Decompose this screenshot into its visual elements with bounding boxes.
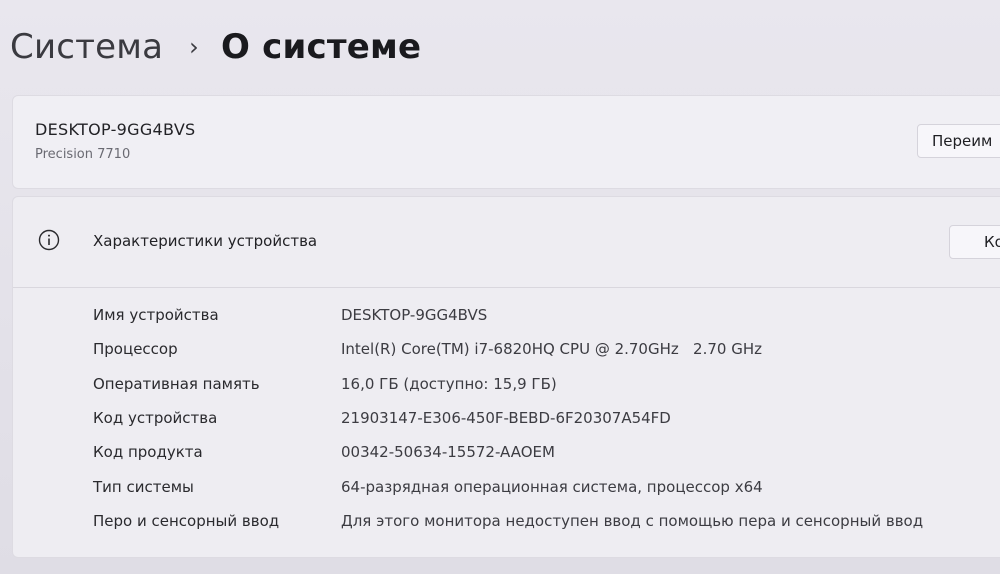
spec-value: 21903147-E306-450F-BEBD-6F20307A54FD xyxy=(341,409,671,428)
spec-label: Процессор xyxy=(93,340,178,359)
spec-label: Тип системы xyxy=(93,477,194,496)
spec-label: Имя устройства xyxy=(93,306,219,325)
page-title: О системе xyxy=(220,27,422,67)
spec-value: Для этого монитора недоступен ввод с пом… xyxy=(341,511,924,530)
spec-value: 16,0 ГБ (доступно: 15,9 ГБ) xyxy=(341,374,557,393)
device-specs-card: Характеристики устройства Ко Имя устройс… xyxy=(12,196,1000,558)
device-model: Precision 7710 xyxy=(35,147,131,162)
spec-label: Перо и сенсорный ввод xyxy=(93,511,280,530)
spec-row-device-id: Код устройства 21903147-E306-450F-BEBD-6… xyxy=(93,401,1000,435)
device-name-card: DESKTOP-9GG4BVS Precision 7710 Переим xyxy=(12,95,1000,189)
device-specs-header[interactable]: Характеристики устройства Ко xyxy=(13,197,1000,288)
chevron-right-icon: › xyxy=(189,33,199,61)
copy-button[interactable]: Ко xyxy=(949,225,1000,259)
spec-row-ram: Оперативная память 16,0 ГБ (доступно: 15… xyxy=(93,367,1000,401)
device-name: DESKTOP-9GG4BVS xyxy=(35,120,196,139)
spec-value: Intel(R) Core(TM) i7-6820HQ CPU @ 2.70GH… xyxy=(341,340,763,359)
breadcrumb-parent-system[interactable]: Система xyxy=(10,27,163,67)
breadcrumb: Система › О системе xyxy=(10,22,421,72)
spec-row-processor: Процессор Intel(R) Core(TM) i7-6820HQ CP… xyxy=(93,332,1000,366)
spec-row-pen-touch: Перо и сенсорный ввод Для этого монитора… xyxy=(93,504,1000,538)
rename-pc-button[interactable]: Переим xyxy=(917,124,1000,158)
spec-label: Код устройства xyxy=(93,409,218,428)
spec-value: 00342-50634-15572-AAOEM xyxy=(341,443,555,462)
device-specs-title: Характеристики устройства xyxy=(93,232,318,250)
spec-row-system-type: Тип системы 64-разрядная операционная си… xyxy=(93,469,1000,503)
spec-row-product-id: Код продукта 00342-50634-15572-AAOEM xyxy=(93,435,1000,469)
settings-page: Система › О системе DESKTOP-9GG4BVS Prec… xyxy=(0,0,1000,574)
spec-row-device-name: Имя устройства DESKTOP-9GG4BVS xyxy=(93,298,1000,332)
spec-table: Имя устройства DESKTOP-9GG4BVS Процессор… xyxy=(93,298,1000,538)
spec-label: Код продукта xyxy=(93,443,203,462)
spec-label: Оперативная память xyxy=(93,374,260,393)
spec-value: 64-разрядная операционная система, проце… xyxy=(341,477,763,496)
info-icon xyxy=(38,229,60,251)
spec-value: DESKTOP-9GG4BVS xyxy=(341,306,488,325)
